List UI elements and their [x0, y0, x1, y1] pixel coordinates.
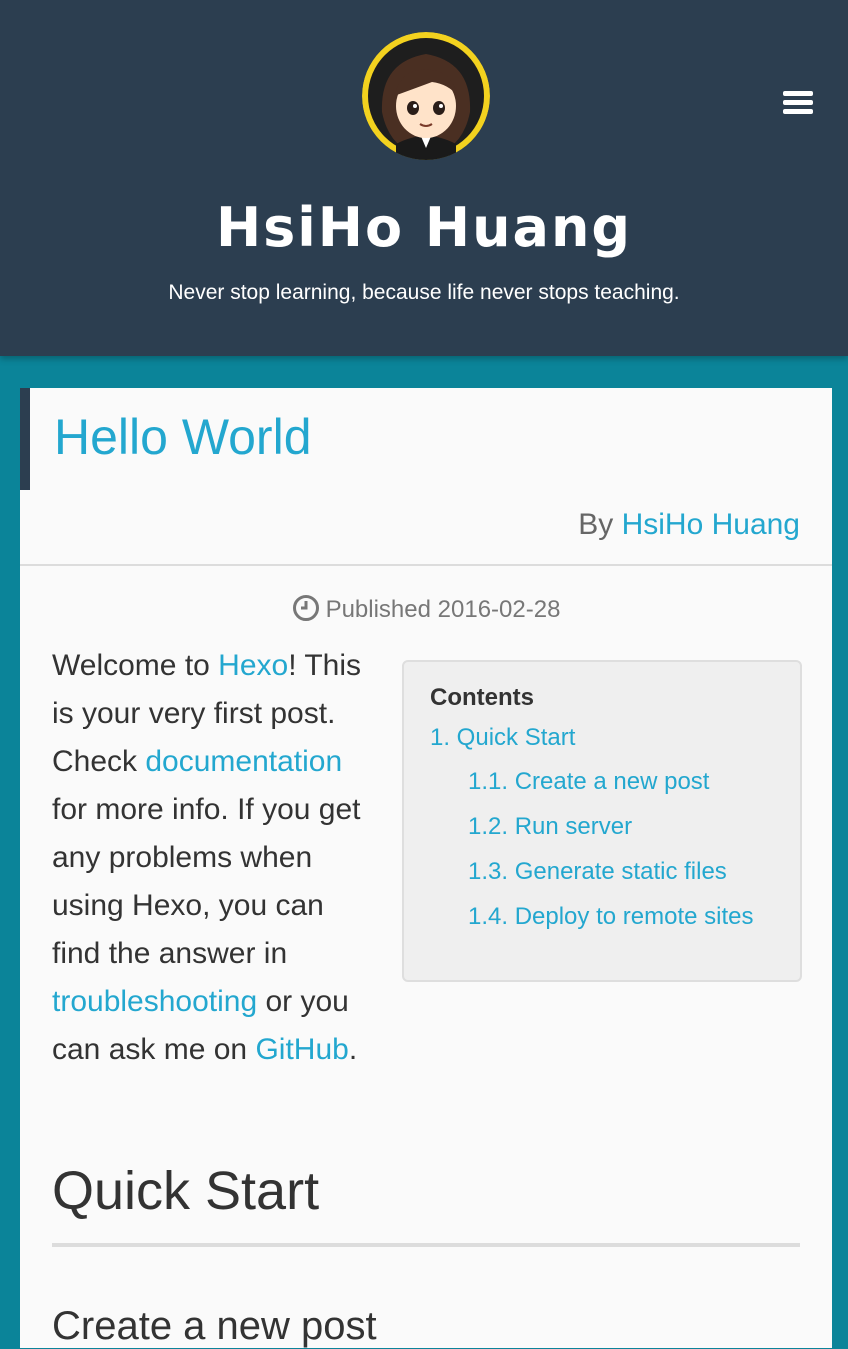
- divider: [20, 564, 832, 566]
- hamburger-menu-icon[interactable]: [783, 91, 813, 119]
- heading-create-post: Create a new post: [52, 1304, 377, 1348]
- intro-text: for more info. If you get any problems w…: [52, 793, 361, 970]
- byline-label: By: [578, 508, 614, 541]
- site-header: HsiHo Huang Never stop learning, because…: [0, 0, 848, 356]
- toc-item-run-server[interactable]: 1.2. Run server: [468, 813, 800, 841]
- post-card: Hello World By HsiHo Huang Published 201…: [20, 388, 832, 1348]
- hexo-link[interactable]: Hexo: [218, 649, 288, 682]
- avatar[interactable]: [362, 32, 490, 160]
- github-link[interactable]: GitHub: [255, 1033, 348, 1066]
- troubleshooting-link[interactable]: troubleshooting: [52, 985, 257, 1018]
- documentation-link[interactable]: documentation: [145, 745, 342, 778]
- published-date: Published 2016-02-28: [20, 594, 832, 629]
- toc-heading: Contents: [430, 684, 534, 711]
- site-subtitle: Never stop learning, because life never …: [168, 281, 680, 304]
- intro-text: Welcome to: [52, 649, 219, 682]
- post-title[interactable]: Hello World: [54, 408, 312, 466]
- avatar-illustration: [362, 32, 490, 160]
- byline: By HsiHo Huang: [578, 508, 800, 542]
- intro-text: .: [348, 1033, 358, 1066]
- author-link[interactable]: HsiHo Huang: [622, 508, 800, 541]
- toc-item-quick-start[interactable]: 1. Quick Start: [430, 724, 800, 752]
- toc-item-generate-static[interactable]: 1.3. Generate static files: [468, 858, 800, 886]
- published-label: Published: [325, 596, 431, 623]
- table-of-contents: Contents 1. Quick Start 1.1. Create a ne…: [402, 660, 802, 982]
- heading-rule: [52, 1243, 800, 1247]
- title-accent-bar: [20, 388, 30, 490]
- heading-quick-start: Quick Start: [52, 1161, 320, 1221]
- clock-icon: [292, 594, 320, 629]
- published-value: 2016-02-28: [437, 596, 561, 623]
- toc-item-deploy[interactable]: 1.4. Deploy to remote sites: [468, 903, 800, 931]
- toc-item-create-post[interactable]: 1.1. Create a new post: [468, 768, 800, 796]
- intro-paragraph: Contents 1. Quick Start 1.1. Create a ne…: [52, 642, 802, 1074]
- site-title[interactable]: HsiHo Huang: [0, 196, 848, 259]
